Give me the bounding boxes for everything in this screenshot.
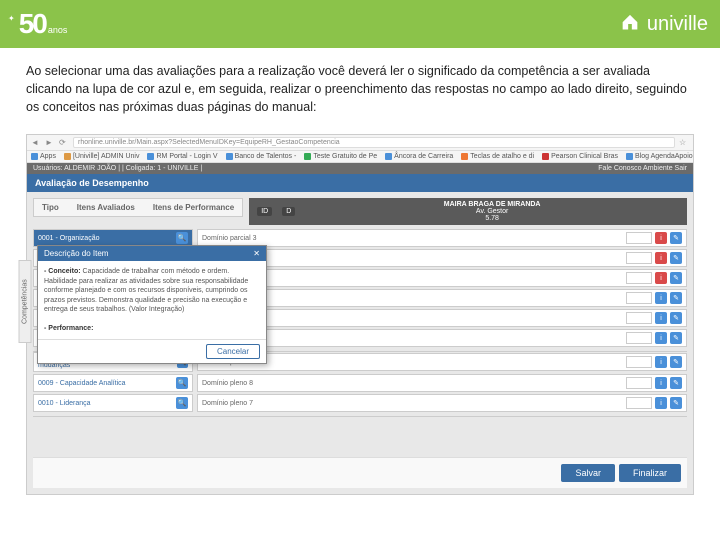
info-icon[interactable]: i xyxy=(655,356,667,368)
reload-icon[interactable]: ⟳ xyxy=(59,138,69,148)
note-icon[interactable]: ✎ xyxy=(670,356,682,368)
evaluation-panel: Competências Tipo Itens Avaliados Itens … xyxy=(27,192,693,494)
info-icon[interactable]: i xyxy=(655,332,667,344)
note-icon[interactable]: ✎ xyxy=(670,252,682,264)
instruction-text: Ao selecionar uma das avaliações para a … xyxy=(0,48,720,130)
info-icon[interactable]: i xyxy=(655,272,667,284)
bookmark-item[interactable]: [Univille] ADMIN Univ xyxy=(64,153,140,160)
grade-input[interactable] xyxy=(626,292,652,304)
modal-header: Descrição do Item ✕ xyxy=(38,246,266,261)
note-icon[interactable]: ✎ xyxy=(670,377,682,389)
table-row: 0009 - Capacidade Analítica🔍Domínio plen… xyxy=(33,374,687,392)
note-icon[interactable]: ✎ xyxy=(670,232,682,244)
bookmark-item[interactable]: Teclas de atalho e di xyxy=(461,153,534,160)
browser-screenshot: ◄ ► ⟳ rhonline.univille.br/Main.aspx?Sel… xyxy=(26,134,694,495)
domain-cell: erado 2i✎ xyxy=(197,269,687,287)
section-title: Avaliação de Desempenho xyxy=(27,174,693,192)
grade-input[interactable] xyxy=(626,332,652,344)
save-button[interactable]: Salvar xyxy=(561,464,615,482)
bookmark-item[interactable]: Blog AgendaApoio A xyxy=(626,153,693,160)
app-topbar: Usuários: ALDEMIR JOÃO | | Coligada: 1 -… xyxy=(27,163,693,174)
info-icon[interactable]: i xyxy=(655,397,667,409)
person-header: ID D MAIRA BRAGA DE MIRANDA Av. Gestor5.… xyxy=(249,198,687,225)
brand-header: ✦ 50 anos univille xyxy=(0,0,720,48)
magnifier-icon[interactable]: 🔍 xyxy=(176,377,188,389)
modal-body: - Conceito: Capacidade de trabalhar com … xyxy=(38,261,266,339)
info-icon[interactable]: i xyxy=(655,292,667,304)
note-icon[interactable]: ✎ xyxy=(670,292,682,304)
domain-cell: i✎ xyxy=(197,289,687,307)
bookmark-item[interactable]: RM Portal - Login V xyxy=(147,153,217,160)
note-icon[interactable]: ✎ xyxy=(670,272,682,284)
note-icon[interactable]: ✎ xyxy=(670,397,682,409)
item-code: 0010 - Liderança🔍 xyxy=(33,394,193,412)
grade-input[interactable] xyxy=(626,377,652,389)
grade-input[interactable] xyxy=(626,252,652,264)
back-icon[interactable]: ◄ xyxy=(31,138,41,148)
magnifier-icon[interactable]: 🔍 xyxy=(176,397,188,409)
column-headers: Tipo Itens Avaliados Itens de Performanc… xyxy=(33,198,243,217)
bottom-actions: Salvar Finalizar xyxy=(33,457,687,488)
domain-cell: ncia 1i✎ xyxy=(197,249,687,267)
domain-cell: Domínio pleno 8i✎ xyxy=(197,353,687,371)
grade-input[interactable] xyxy=(626,397,652,409)
domain-cell: Domínio pleno 8i✎ xyxy=(197,374,687,392)
table-row: 0010 - Liderança🔍Domínio pleno 7i✎ xyxy=(33,394,687,412)
note-icon[interactable]: ✎ xyxy=(670,312,682,324)
grade-input[interactable] xyxy=(626,232,652,244)
magnifier-icon[interactable]: 🔍 xyxy=(176,232,188,244)
domain-cell: Domínio pleno 7i✎ xyxy=(197,394,687,412)
item-code: 0009 - Capacidade Analítica🔍 xyxy=(33,374,193,392)
info-icon[interactable]: i xyxy=(655,232,667,244)
domain-cell: i✎ xyxy=(197,309,687,327)
info-icon[interactable]: i xyxy=(655,377,667,389)
grade-input[interactable] xyxy=(626,272,652,284)
info-icon[interactable]: i xyxy=(655,252,667,264)
person-name: MAIRA BRAGA DE MIRANDA xyxy=(305,201,679,208)
close-icon[interactable]: ✕ xyxy=(253,249,260,258)
domain-cell: Domínio parcial 3i✎ xyxy=(197,229,687,247)
address-bar[interactable]: rhonline.univille.br/Main.aspx?SelectedM… xyxy=(73,137,675,148)
logo-50anos: ✦ 50 anos xyxy=(12,8,67,40)
domain-cell: i✎ xyxy=(197,329,687,347)
bookmark-item[interactable]: Teste Gratuito de Pe xyxy=(304,153,377,160)
bookmark-item[interactable]: Apps xyxy=(31,153,56,160)
bookmark-item[interactable]: Pearson Clinical Bras xyxy=(542,153,618,160)
forward-icon[interactable]: ► xyxy=(45,138,55,148)
note-icon[interactable]: ✎ xyxy=(670,332,682,344)
bookmarks-bar: Apps [Univille] ADMIN Univ RM Portal - L… xyxy=(27,151,693,163)
grade-input[interactable] xyxy=(626,356,652,368)
info-icon[interactable]: i xyxy=(655,312,667,324)
leaf-icon xyxy=(619,13,641,35)
bookmark-item[interactable]: Banco de Talentos - xyxy=(226,153,297,160)
topbar-links[interactable]: Fale Conosco Ambiente Sair xyxy=(598,165,687,172)
evaluation-rows: Descrição do Item ✕ - Conceito: Capacida… xyxy=(33,229,687,412)
grade-input[interactable] xyxy=(626,312,652,324)
item-description-modal: Descrição do Item ✕ - Conceito: Capacida… xyxy=(37,245,267,364)
id-badge: D xyxy=(282,207,295,216)
user-info: Usuários: ALDEMIR JOÃO | | Coligada: 1 -… xyxy=(33,165,202,172)
cancel-button[interactable]: Cancelar xyxy=(206,344,260,359)
star-icon[interactable]: ☆ xyxy=(679,138,689,148)
id-badge: ID xyxy=(257,207,272,216)
competencias-tab[interactable]: Competências xyxy=(19,261,32,344)
bookmark-item[interactable]: Âncora de Carreira xyxy=(385,153,453,160)
browser-toolbar: ◄ ► ⟳ rhonline.univille.br/Main.aspx?Sel… xyxy=(27,135,693,151)
univille-logo: univille xyxy=(619,13,708,36)
finish-button[interactable]: Finalizar xyxy=(619,464,681,482)
